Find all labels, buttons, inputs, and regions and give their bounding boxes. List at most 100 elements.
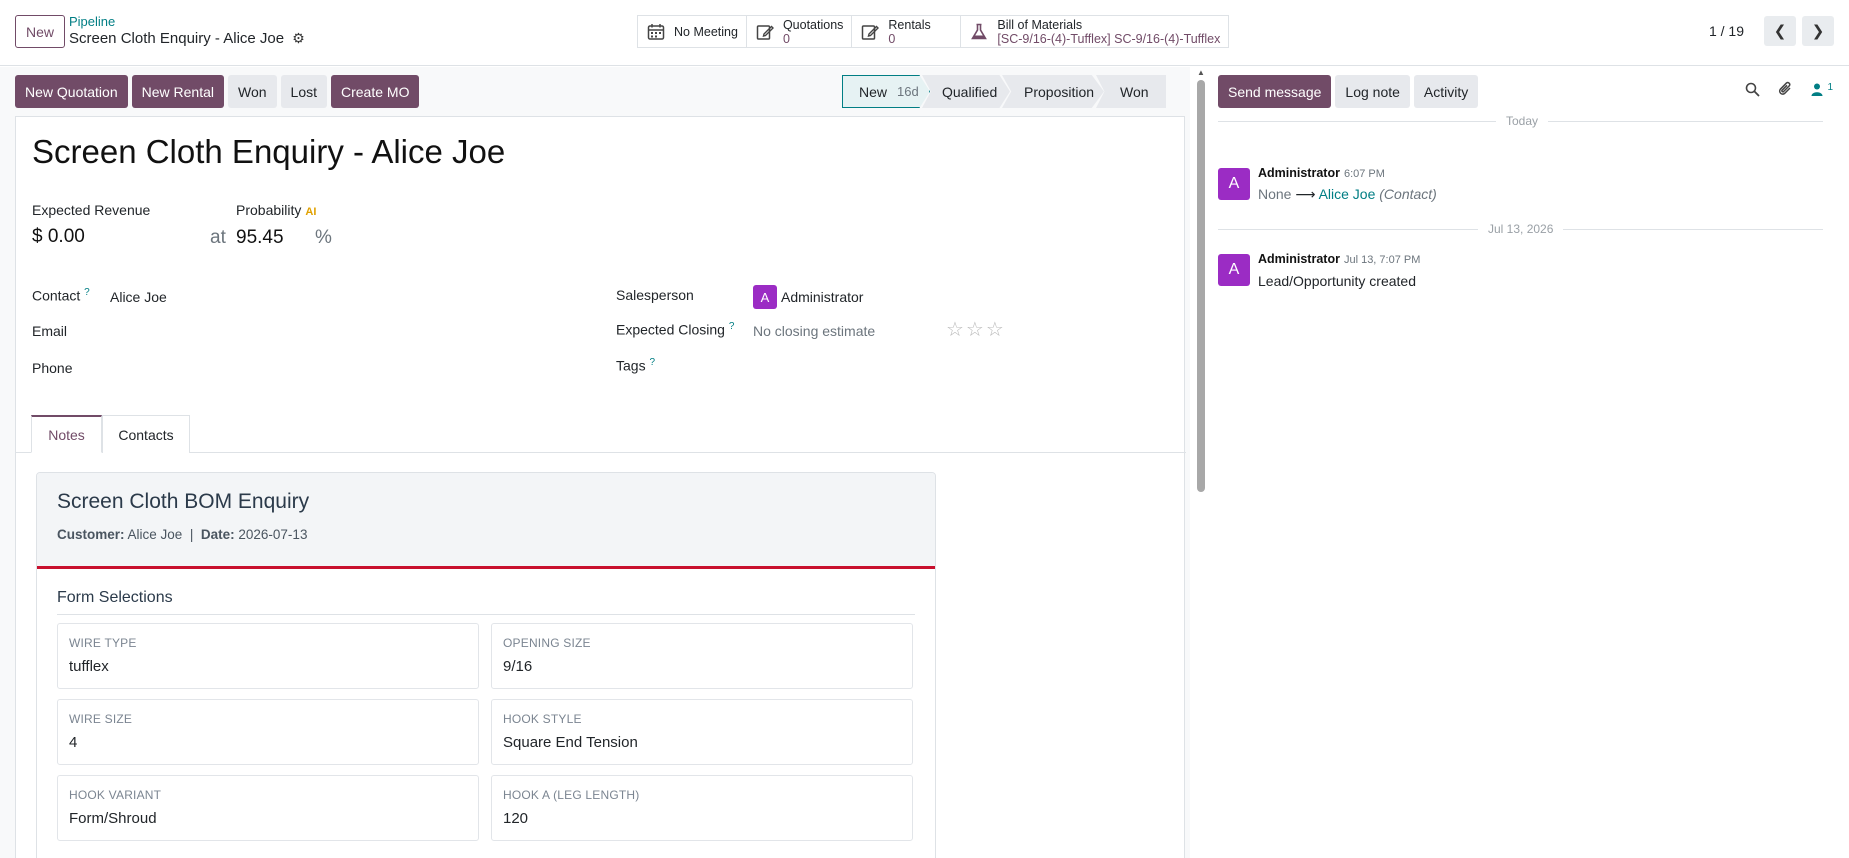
author-name[interactable]: Administrator xyxy=(1258,252,1340,266)
log-note-button[interactable]: Log note xyxy=(1335,75,1410,108)
meeting-label: No Meeting xyxy=(674,24,738,39)
bom-label: Bill of Materials xyxy=(997,17,1083,32)
scrollbar-thumb[interactable] xyxy=(1197,80,1205,492)
bom-meta: Customer: Alice Joe | Date: 2026-07-13 xyxy=(57,527,915,542)
avatar[interactable]: A xyxy=(1218,168,1250,200)
avatar[interactable]: A xyxy=(1218,254,1250,286)
rentals-label: Rentals xyxy=(888,17,931,32)
rentals-smart-button[interactable]: Rentals 0 xyxy=(852,16,962,47)
new-value-link[interactable]: Alice Joe xyxy=(1319,186,1376,202)
bom-field-key: Opening Size xyxy=(503,636,591,650)
form-view: New Quotation New Rental Won Lost Create… xyxy=(0,67,1190,858)
tags-label-wrap: Tags ? xyxy=(616,357,655,374)
tracked-field: (Contact) xyxy=(1379,186,1437,202)
breadcrumb-current-label: Screen Cloth Enquiry - Alice Joe xyxy=(69,30,285,47)
form-scrollbar[interactable]: ▲ xyxy=(1196,68,1206,858)
date-value: 2026-07-13 xyxy=(238,527,308,542)
tags-label: Tags xyxy=(616,357,646,374)
stage-new-label: New xyxy=(859,83,888,100)
at-label: at xyxy=(210,227,226,248)
breadcrumb-pipeline-link[interactable]: Pipeline xyxy=(69,14,115,29)
pager-previous-button[interactable]: ❮ xyxy=(1764,16,1796,46)
bom-field-value: 120 xyxy=(503,810,529,827)
record-title[interactable]: Screen Cloth Enquiry - Alice Joe xyxy=(32,133,505,171)
stage-proposition[interactable]: Proposition xyxy=(1002,75,1104,108)
form-sheet: Screen Cloth Enquiry - Alice Joe Expecte… xyxy=(15,116,1186,858)
bom-field-value: tufflex xyxy=(69,658,109,675)
expected-closing-label-wrap: Expected Closing ? xyxy=(616,321,734,338)
bom-field-card: Hook A (Leg Length) 120 xyxy=(491,775,913,841)
expected-closing-field[interactable]: No closing estimate xyxy=(753,323,875,339)
priority-stars-icon[interactable]: ☆☆☆ xyxy=(946,317,1006,342)
pager-value[interactable]: 1 / 19 xyxy=(1709,23,1744,39)
bom-enquiry-card: Screen Cloth BOM Enquiry Customer: Alice… xyxy=(36,472,936,858)
bom-smart-button[interactable]: Bill of Materials [SC-9/16-(4)-Tufflex] S… xyxy=(961,16,1228,47)
bom-fields-grid: Wire Type tufflex Opening Size 9/16 Wire S… xyxy=(57,623,915,841)
new-rental-button[interactable]: New Rental xyxy=(131,75,224,108)
user-icon xyxy=(1811,83,1827,100)
bom-field-value: Square End Tension xyxy=(503,734,638,751)
chatter-panel: Send message Log note Activity 1 Today A… xyxy=(1210,67,1849,858)
breadcrumb-current: Screen Cloth Enquiry - Alice Joe ⚙ xyxy=(69,30,305,47)
help-icon[interactable]: ? xyxy=(649,357,655,368)
quotations-smart-button[interactable]: Quotations 0 xyxy=(747,16,853,47)
create-mo-button[interactable]: Create MO xyxy=(331,75,420,108)
new-quotation-button[interactable]: New Quotation xyxy=(15,75,128,108)
edit-document-icon xyxy=(755,22,775,42)
bom-field-key: Wire Type xyxy=(69,636,137,650)
bom-title: Screen Cloth BOM Enquiry xyxy=(57,490,310,513)
new-record-button[interactable]: New xyxy=(15,15,65,48)
meta-separator: | xyxy=(189,527,194,542)
date-label: Date: xyxy=(200,527,235,542)
date-divider-label: Jul 13, 2026 xyxy=(1478,222,1564,236)
stage-won[interactable]: Won xyxy=(1096,75,1166,108)
pager-next-button[interactable]: ❯ xyxy=(1802,16,1834,46)
gear-icon[interactable]: ⚙ xyxy=(292,30,305,47)
expected-closing-label: Expected Closing xyxy=(616,321,725,338)
message-body: Lead/Opportunity created xyxy=(1258,273,1416,289)
message-time: 6:07 PM xyxy=(1343,168,1385,180)
scroll-up-icon[interactable]: ▲ xyxy=(1197,68,1205,77)
expected-revenue-label: Expected Revenue xyxy=(32,202,151,218)
help-icon[interactable]: ? xyxy=(729,321,735,332)
bom-field-value: 9/16 xyxy=(503,658,533,675)
lost-button[interactable]: Lost xyxy=(280,75,327,108)
chatter-actions: Send message Log note Activity xyxy=(1218,75,1479,108)
message-time: Jul 13, 7:07 PM xyxy=(1343,254,1421,266)
tab-notes[interactable]: Notes xyxy=(31,415,102,453)
quotations-label: Quotations xyxy=(782,17,844,32)
activity-button[interactable]: Activity xyxy=(1413,75,1479,108)
message-author: Administrator Jul 13, 7:07 PM xyxy=(1258,252,1420,266)
flask-icon xyxy=(969,22,989,42)
author-name[interactable]: Administrator xyxy=(1258,166,1340,180)
bom-field-card: Opening Size 9/16 xyxy=(491,623,913,689)
bom-field-card: Hook Variant Form/Shroud xyxy=(57,775,479,841)
tab-contacts[interactable]: Contacts xyxy=(102,415,190,453)
help-icon[interactable]: ? xyxy=(84,287,90,298)
tracking-message: None ⟶ Alice Joe (Contact) xyxy=(1258,186,1437,203)
old-value: None xyxy=(1258,186,1292,202)
send-message-button[interactable]: Send message xyxy=(1218,75,1332,108)
meeting-smart-button[interactable]: No Meeting xyxy=(638,16,747,47)
chatter-topbar-icons: 1 xyxy=(1745,81,1833,101)
contact-field[interactable]: Alice Joe xyxy=(110,289,167,305)
won-button[interactable]: Won xyxy=(227,75,277,108)
search-icon[interactable] xyxy=(1745,82,1760,101)
salesperson-label: Salesperson xyxy=(616,287,694,303)
stage-new[interactable]: New 16d xyxy=(842,75,930,108)
probability-field[interactable]: 95.45 xyxy=(236,227,284,249)
percent-sign: % xyxy=(315,227,332,248)
phone-label: Phone xyxy=(32,360,73,376)
bom-field-key: Hook A (Leg Length) xyxy=(503,788,640,802)
customer-value: Alice Joe xyxy=(127,527,183,542)
followers-button[interactable]: 1 xyxy=(1811,82,1833,100)
stage-qualified[interactable]: Qualified xyxy=(922,75,1010,108)
salesperson-field[interactable]: Administrator xyxy=(781,289,863,305)
paperclip-icon[interactable] xyxy=(1778,81,1793,101)
ai-icon[interactable]: AI xyxy=(305,206,316,218)
bom-field-card: Wire Size 4 xyxy=(57,699,479,765)
probability-label-wrap: Probability AI xyxy=(236,202,316,218)
contact-label-wrap: Contact ? xyxy=(32,287,90,304)
expected-revenue-field[interactable]: $ 0.00 xyxy=(32,226,85,248)
stage-new-days: 16d xyxy=(897,84,919,99)
